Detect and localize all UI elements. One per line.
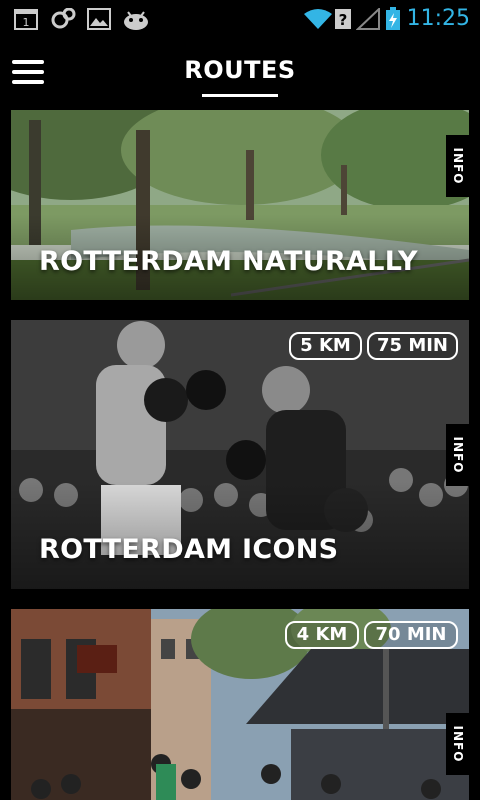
android-icon — [124, 11, 148, 30]
info-label: INFO — [451, 147, 465, 185]
duration-badge: 75 MIN — [367, 332, 458, 360]
duration-badge: 70 MIN — [364, 621, 458, 649]
info-label: INFO — [451, 436, 465, 474]
status-bar: 1 ? 11:25 — [0, 0, 480, 38]
route-card-rotterdam-icons[interactable]: 5 KM 75 MIN ROTTERDAM ICONS INFO — [11, 320, 469, 589]
battery-charging-icon — [386, 7, 400, 30]
route-card-third[interactable]: 4 KM 70 MIN INFO — [11, 609, 469, 800]
sync-icon — [51, 8, 76, 29]
distance-badge: 5 KM — [289, 332, 362, 360]
info-label: INFO — [451, 725, 465, 763]
svg-text:?: ? — [339, 11, 348, 29]
app-header: ROUTES — [0, 38, 480, 110]
page-title: ROUTES — [184, 56, 296, 84]
route-card-rotterdam-naturally[interactable]: ROTTERDAM NATURALLY INFO — [11, 110, 469, 300]
calendar-icon: 1 — [14, 9, 38, 30]
signal-icon — [356, 8, 380, 30]
info-button[interactable]: INFO — [446, 135, 469, 197]
title-underline — [202, 94, 278, 97]
route-title: ROTTERDAM NATURALLY — [39, 246, 418, 277]
distance-badge: 4 KM — [285, 621, 359, 649]
image-icon — [87, 8, 111, 30]
route-title: ROTTERDAM ICONS — [39, 534, 339, 565]
wifi-icon — [304, 9, 332, 29]
calendar-day: 1 — [23, 16, 30, 29]
mobile-data-unknown-icon: ? — [335, 9, 351, 29]
clock: 11:25 — [406, 6, 470, 31]
info-button[interactable]: INFO — [446, 713, 469, 775]
info-button[interactable]: INFO — [446, 424, 469, 486]
